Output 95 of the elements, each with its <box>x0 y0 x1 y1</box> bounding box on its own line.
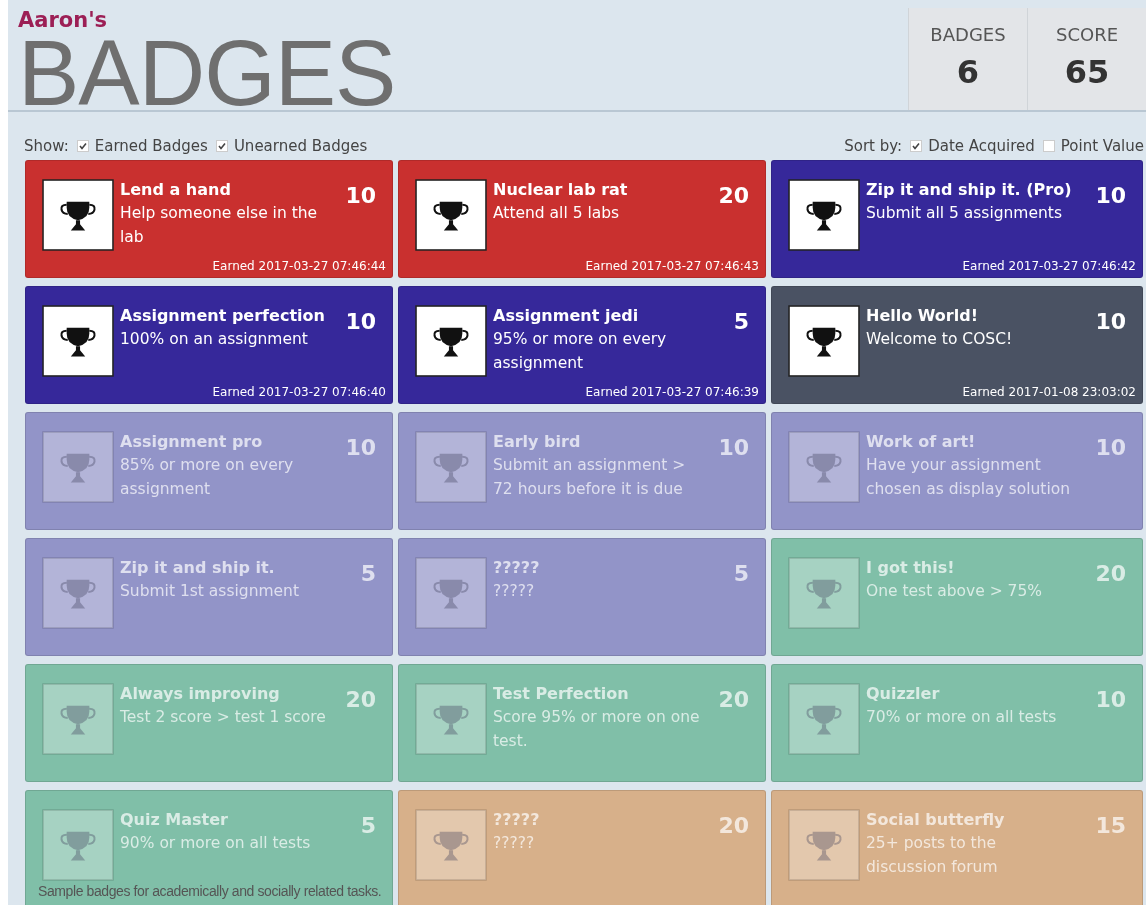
trophy-icon <box>788 557 860 629</box>
badge-description: Welcome to COSC! <box>866 329 1014 350</box>
badge-description: Help someone else in the lab <box>120 203 319 248</box>
badge-points: 10 <box>1095 687 1126 712</box>
badge-name: I got this! <box>866 557 956 579</box>
badge-description: Score 95% or more on one test. <box>493 707 701 752</box>
badge-points: 20 <box>718 183 749 208</box>
earned-date: Earned 2017-03-27 07:46:44 <box>212 259 386 273</box>
earned-date: Earned 2017-03-27 07:46:39 <box>585 385 759 399</box>
badge-description: Submit 1st assignment <box>120 581 300 602</box>
badge-points: 10 <box>1095 183 1126 208</box>
filter-label: Show: <box>24 137 69 155</box>
badge-name: Quizzler <box>866 683 941 705</box>
badge-points: 20 <box>345 687 376 712</box>
earned-date: Earned 2017-03-27 07:46:43 <box>585 259 759 273</box>
badge-name: Assignment perfection <box>120 305 326 327</box>
trophy-icon <box>788 431 860 503</box>
badge-points: 5 <box>360 561 376 586</box>
badge-description: 100% on an assignment <box>120 329 309 350</box>
badge-description: ????? <box>493 833 536 854</box>
badge-points: 10 <box>1095 309 1126 334</box>
badge-name: Lend a hand <box>120 179 232 201</box>
stat-label: BADGES <box>930 24 1006 45</box>
badge-name: Hello World! <box>866 305 979 327</box>
badge-points: 20 <box>1095 561 1126 586</box>
trophy-icon <box>415 179 487 251</box>
stat-value: 65 <box>1064 53 1110 91</box>
trophy-icon <box>42 179 114 251</box>
badge-name: Nuclear lab rat <box>493 179 629 201</box>
trophy-icon <box>788 305 860 377</box>
owner-name: Aaron's <box>18 8 109 32</box>
earned-date: Earned 2017-01-08 23:03:02 <box>962 385 1136 399</box>
checkbox[interactable] <box>1042 140 1055 152</box>
badge-name: Zip it and ship it. <box>120 557 276 579</box>
badge-description: ????? <box>493 581 536 602</box>
badge-points: 10 <box>345 309 376 334</box>
badge-points: 5 <box>733 561 749 586</box>
earned-date: Earned 2017-03-27 07:46:40 <box>212 385 386 399</box>
badge-name: Test Perfection <box>493 683 630 705</box>
badge-description: Submit all 5 assignments <box>866 203 1063 224</box>
badge-name: ????? <box>493 557 541 579</box>
badge-points: 10 <box>1095 435 1126 460</box>
checkbox-label[interactable]: Point Value <box>1060 137 1144 155</box>
badge-points: 20 <box>718 813 749 838</box>
trophy-icon <box>415 305 487 377</box>
badge-description: Submit an assignment > 72 hours before it is due <box>493 455 687 500</box>
badge-description: Have your assignment chosen as display solution <box>866 455 1072 500</box>
badge-name: Quiz Master <box>120 809 229 831</box>
trophy-icon <box>42 809 114 881</box>
trophy-icon <box>415 683 487 755</box>
trophy-icon <box>42 683 114 755</box>
earned-date: Earned 2017-03-27 07:46:42 <box>962 259 1136 273</box>
checkbox-label[interactable]: Unearned Badges <box>233 137 368 155</box>
badge-name: Assignment jedi <box>493 305 640 327</box>
badge-name: Zip it and ship it. (Pro) <box>866 179 1073 201</box>
checkbox[interactable] <box>215 140 228 152</box>
trophy-icon <box>788 809 860 881</box>
badge-points: 10 <box>345 183 376 208</box>
checkbox[interactable] <box>910 140 923 152</box>
trophy-icon <box>415 809 487 881</box>
badge-description: Test 2 score > test 1 score <box>120 707 327 728</box>
checkbox-label[interactable]: Earned Badges <box>94 137 208 155</box>
badge-points: 5 <box>360 813 376 838</box>
stat-value: 6 <box>956 53 980 91</box>
stat-label: SCORE <box>1055 24 1118 45</box>
badge-description: 70% or more on all tests <box>866 707 1058 728</box>
badge-name: Social butterfly <box>866 809 1006 831</box>
badge-description: One test above > 75% <box>866 581 1043 602</box>
badge-points: 20 <box>718 687 749 712</box>
badge-name: ????? <box>493 809 541 831</box>
badge-description: 85% or more on every assignment <box>120 455 295 500</box>
trophy-icon <box>788 179 860 251</box>
caption: Sample badges for academically and socially related tasks. <box>38 883 382 899</box>
badge-points: 5 <box>733 309 749 334</box>
trophy-icon <box>42 305 114 377</box>
trophy-icon <box>42 557 114 629</box>
trophy-icon <box>415 557 487 629</box>
checkbox[interactable] <box>76 140 89 152</box>
trophy-icon <box>415 431 487 503</box>
badge-description: 90% or more on all tests <box>120 833 312 854</box>
badge-name: Work of art! <box>866 431 977 453</box>
badge-description: Attend all 5 labs <box>493 203 621 224</box>
checkbox-label[interactable]: Date Acquired <box>928 137 1035 155</box>
page-title: BADGES <box>18 32 396 114</box>
badge-name: Early bird <box>493 431 582 453</box>
badge-points: 10 <box>718 435 749 460</box>
badge-name: Always improving <box>120 683 281 705</box>
badge-description: 95% or more on every assignment <box>493 329 668 374</box>
badge-points: 10 <box>345 435 376 460</box>
badge-description: 25+ posts to the discussion forum <box>866 833 999 878</box>
badge-points: 15 <box>1095 813 1126 838</box>
trophy-icon <box>788 683 860 755</box>
trophy-icon <box>42 431 114 503</box>
badge-name: Assignment pro <box>120 431 264 453</box>
sort-label: Sort by: <box>844 137 903 155</box>
